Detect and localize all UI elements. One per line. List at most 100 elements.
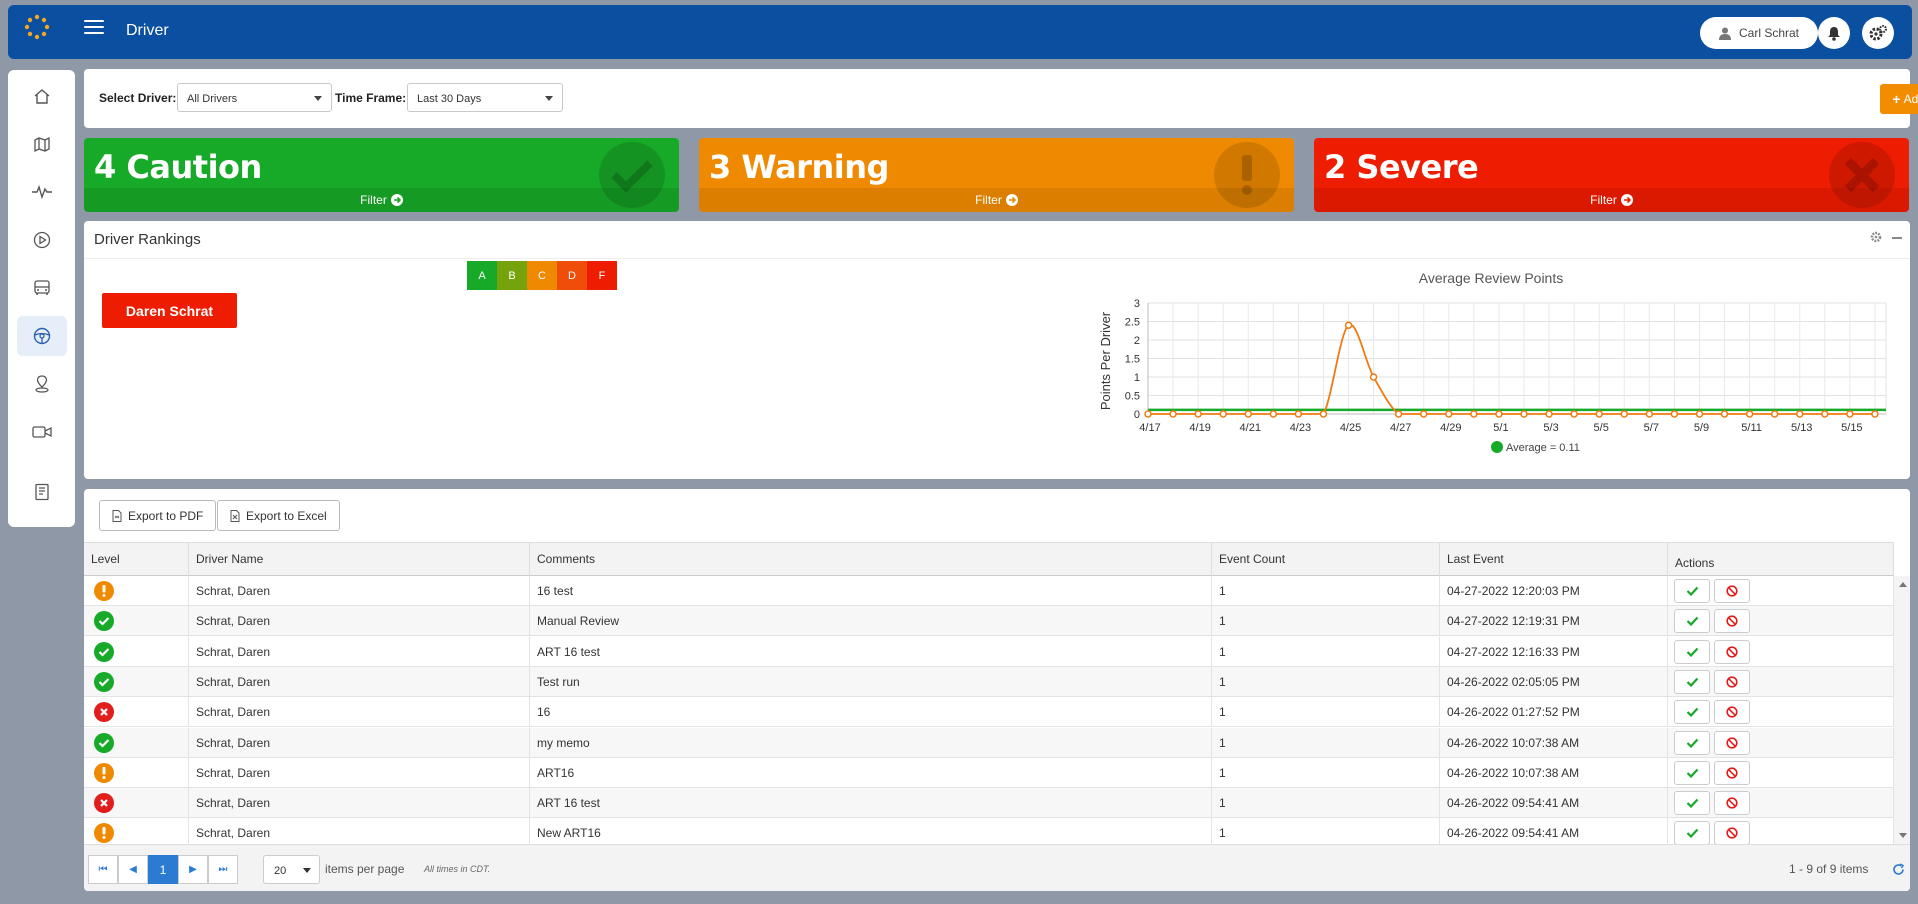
sidebar-item-map[interactable] xyxy=(17,124,67,164)
table-row[interactable]: Schrat, Daren ART 16 test 1 04-26-2022 09:5… xyxy=(84,788,1894,819)
grade-a[interactable]: A xyxy=(467,261,497,290)
export-pdf-button[interactable]: Export to PDF xyxy=(99,500,217,531)
notifications-button[interactable] xyxy=(1818,17,1850,49)
sidebar-item-locations[interactable] xyxy=(17,364,67,404)
driver-name-cell: Schrat, Daren xyxy=(189,606,530,637)
add-review-button[interactable]: + Add Review xyxy=(1880,84,1918,114)
first-page-button[interactable]: ⏮ xyxy=(88,855,118,884)
column-header-driver-name[interactable]: Driver Name xyxy=(189,543,530,577)
approve-button[interactable] xyxy=(1674,700,1710,725)
data-point xyxy=(1194,410,1202,418)
data-point xyxy=(1846,410,1854,418)
plus-icon: + xyxy=(1892,91,1901,107)
approve-button[interactable] xyxy=(1674,669,1710,694)
table-row[interactable]: Schrat, Daren ART16 1 04-26-2022 10:07:38 A… xyxy=(84,757,1894,788)
sidebar xyxy=(8,70,75,527)
comments-cell: ART 16 test xyxy=(530,636,1212,667)
data-point xyxy=(1770,410,1779,418)
dismiss-button[interactable] xyxy=(1714,791,1750,816)
column-header-level[interactable]: Level xyxy=(84,543,189,577)
data-point xyxy=(1871,410,1879,418)
approve-button[interactable] xyxy=(1674,821,1710,846)
dismiss-button[interactable] xyxy=(1714,730,1750,755)
caution-filter-link[interactable]: Filter xyxy=(84,188,679,212)
last-page-button[interactable]: ⏭ xyxy=(208,855,238,884)
check-icon xyxy=(1686,586,1698,596)
check-icon xyxy=(1686,707,1698,718)
driver-name-cell: Schrat, Daren xyxy=(189,636,530,667)
sidebar-item-activity[interactable] xyxy=(17,172,67,212)
timeframe-select[interactable]: Last 30 Days xyxy=(407,83,563,112)
level-cell xyxy=(84,576,189,606)
column-header-event-count[interactable]: Event Count xyxy=(1212,543,1440,577)
x-tick-label: 4/27 xyxy=(1390,422,1411,434)
current-page-button[interactable]: 1 xyxy=(148,855,178,884)
approve-button[interactable] xyxy=(1674,639,1710,664)
warning-card: 3 Warning Filter xyxy=(699,138,1294,212)
menu-toggle-icon[interactable] xyxy=(84,20,104,34)
warning-filter-link[interactable]: Filter xyxy=(699,188,1294,212)
table-row[interactable]: Schrat, Daren Manual Review 1 04-27-2022 12… xyxy=(84,606,1894,637)
ban-icon xyxy=(1726,797,1738,809)
scroll-down-arrow[interactable] xyxy=(1899,833,1907,838)
severe-filter-link[interactable]: Filter xyxy=(1314,188,1909,212)
driver-rank-button[interactable]: Daren Schrat xyxy=(102,293,237,328)
scroll-up-arrow[interactable] xyxy=(1899,582,1907,587)
dismiss-button[interactable] xyxy=(1714,700,1750,725)
ban-icon xyxy=(1726,676,1738,688)
refresh-icon[interactable] xyxy=(1892,863,1905,876)
level-cell xyxy=(84,788,189,819)
add-review-label: Add Review xyxy=(1903,92,1918,106)
user-menu-button[interactable]: Carl Schrat xyxy=(1700,17,1818,49)
sidebar-item-driver[interactable] xyxy=(17,316,67,356)
grade-c[interactable]: C xyxy=(527,261,557,290)
dismiss-button[interactable] xyxy=(1714,669,1750,694)
export-excel-button[interactable]: Export to Excel xyxy=(217,500,340,531)
gear-icon[interactable] xyxy=(1870,231,1882,243)
pdf-file-icon xyxy=(112,509,122,522)
approve-button[interactable] xyxy=(1674,579,1710,603)
sidebar-item-playback[interactable] xyxy=(17,220,67,260)
table-row[interactable]: Schrat, Daren 16 test 1 04-27-2022 12:20:03… xyxy=(84,576,1894,606)
comments-cell: ART16 xyxy=(530,757,1212,788)
column-header-comments[interactable]: Comments xyxy=(530,543,1212,577)
table-row[interactable]: Schrat, Daren ART 16 test 1 04-27-2022 12:1… xyxy=(84,636,1894,667)
x-tick-label: 4/23 xyxy=(1290,422,1311,434)
table-row[interactable]: Schrat, Daren 16 1 04-26-2022 01:27:52 PM xyxy=(84,697,1894,728)
grade-f[interactable]: F xyxy=(587,261,617,290)
sidebar-item-home[interactable] xyxy=(17,76,67,116)
dismiss-button[interactable] xyxy=(1714,579,1750,603)
approve-button[interactable] xyxy=(1674,609,1710,634)
chart-legend[interactable]: Average = 0.11 xyxy=(1491,441,1580,454)
grade-b[interactable]: B xyxy=(497,261,527,290)
data-point xyxy=(1244,410,1253,418)
table-row[interactable]: Schrat, Daren Test run 1 04-26-2022 02:05:0… xyxy=(84,666,1894,697)
grid-scrollbar[interactable] xyxy=(1894,576,1910,844)
dismiss-button[interactable] xyxy=(1714,639,1750,664)
page-size-select[interactable]: 20 xyxy=(263,855,320,884)
sidebar-item-video[interactable] xyxy=(17,412,67,452)
x-tick-label: 5/1 xyxy=(1493,422,1508,434)
event-count-cell: 1 xyxy=(1212,757,1440,788)
app-logo[interactable] xyxy=(24,14,50,40)
comments-cell: Test run xyxy=(530,666,1212,697)
exclamation-circle-icon xyxy=(94,823,114,844)
actions-cell xyxy=(1668,788,1894,819)
dismiss-button[interactable] xyxy=(1714,821,1750,846)
dismiss-button[interactable] xyxy=(1714,760,1750,785)
settings-button[interactable] xyxy=(1862,17,1894,49)
approve-button[interactable] xyxy=(1674,791,1710,816)
collapse-icon[interactable] xyxy=(1892,237,1902,239)
approve-button[interactable] xyxy=(1674,730,1710,755)
driver-select[interactable]: All Drivers xyxy=(177,83,332,112)
table-row[interactable]: Schrat, Daren my memo 1 04-26-2022 10:07:38… xyxy=(84,727,1894,758)
sidebar-item-reports[interactable] xyxy=(17,472,67,512)
grade-d[interactable]: D xyxy=(557,261,587,290)
sidebar-item-vehicles[interactable] xyxy=(17,268,67,308)
approve-button[interactable] xyxy=(1674,760,1710,785)
previous-page-button[interactable]: ◀ xyxy=(118,855,148,884)
column-header-last-event[interactable]: Last Event xyxy=(1440,543,1668,577)
book-icon xyxy=(35,483,49,501)
dismiss-button[interactable] xyxy=(1714,609,1750,634)
next-page-button[interactable]: ▶ xyxy=(178,855,208,884)
